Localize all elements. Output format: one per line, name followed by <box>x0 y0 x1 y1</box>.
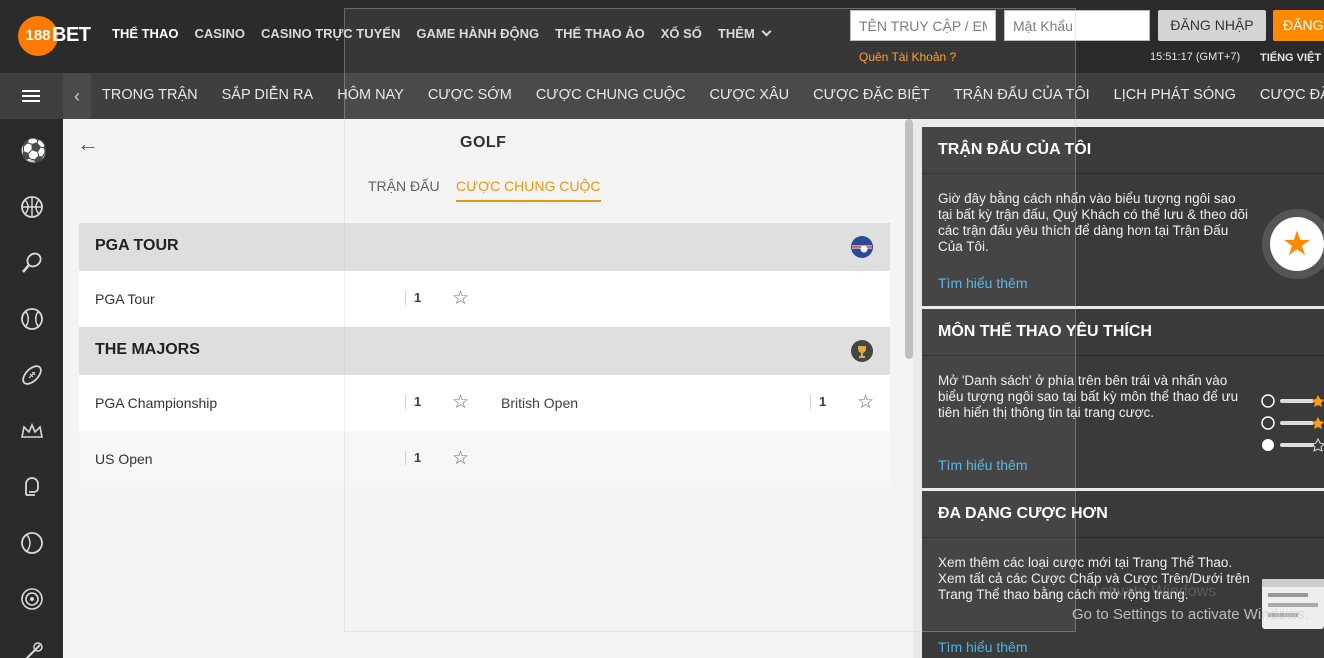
trophy-badge-icon <box>850 339 874 363</box>
card-title: TRẬN ĐẤU CỦA TÔI <box>938 141 1092 158</box>
basketball-icon[interactable] <box>20 195 44 219</box>
hamburger-menu-icon[interactable] <box>22 90 40 102</box>
odds-value[interactable]: 1 <box>405 451 421 465</box>
activate-windows-subtitle: Go to Settings to activate Windows. <box>1072 606 1309 623</box>
nav-sports[interactable]: THỂ THAO <box>112 26 178 41</box>
odds-value[interactable]: 1 <box>405 395 421 409</box>
flag-badge-icon <box>850 235 874 259</box>
crown-icon[interactable] <box>20 419 44 443</box>
main-scrollbar[interactable] <box>905 119 913 359</box>
subnav-broadcast[interactable]: LỊCH PHÁT SÓNG <box>1114 87 1236 103</box>
subnav-early[interactable]: CƯỢC SỚM <box>428 87 512 103</box>
sport-list-illustration-icon <box>1258 389 1324 459</box>
info-card-favorite-sports: MÔN THỂ THAO YÊU THÍCH Mở 'Danh sách' ở … <box>922 309 1324 488</box>
nav-casino[interactable]: CASINO <box>194 26 245 41</box>
subnav-outright[interactable]: CƯỢC CHUNG CUỘC <box>536 87 686 103</box>
subnav-today[interactable]: HÔM NAY <box>337 87 404 103</box>
odds-value[interactable]: 1 <box>810 395 826 409</box>
sub-nav: ‹ TRONG TRẬN SẮP DIỄN RA HÔM NAY CƯỢC SỚ… <box>0 73 1324 119</box>
sport-sidebar: ⚽ <box>0 119 63 658</box>
card-divider <box>922 537 1324 538</box>
subnav-bets-placed[interactable]: CƯỢC ĐÃ ĐẶT <box>1260 87 1324 103</box>
event-name: British Open <box>501 395 579 411</box>
american-football-icon[interactable] <box>20 363 44 387</box>
brand-logo[interactable]: 188 BET <box>18 16 91 56</box>
learn-more-link[interactable]: Tìm hiểu thêm <box>938 457 1027 473</box>
card-title: MÔN THỂ THAO YÊU THÍCH <box>938 323 1152 340</box>
chevron-down-icon <box>761 26 772 37</box>
card-title: ĐA DẠNG CƯỢC HƠN <box>938 505 1108 522</box>
nav-more[interactable]: THÊM <box>717 26 772 41</box>
forgot-account-link[interactable]: Quên Tài Khoản ? <box>859 50 956 64</box>
table-row: US Open 1 ☆ <box>79 431 890 487</box>
card-text: Mở 'Danh sách' ở phía trên bên trái và n… <box>938 373 1239 420</box>
tab-outright[interactable]: CƯỢC CHUNG CUỘC <box>456 178 601 202</box>
info-card-my-matches: TRẬN ĐẤU CỦA TÔI Giờ đây bằng cách nhấn … <box>922 127 1324 306</box>
page-title: GOLF <box>460 134 507 151</box>
soccer-icon[interactable]: ⚽ <box>20 139 47 163</box>
favorite-star-icon[interactable]: ☆ <box>857 391 874 414</box>
favorite-star-icon[interactable]: ☆ <box>452 447 469 470</box>
language-selector[interactable]: TIẾNG VIỆT <box>1260 52 1321 64</box>
nav-live-casino[interactable]: CASINO TRỰC TUYẾN <box>261 26 400 41</box>
learn-more-link[interactable]: Tìm hiểu thêm <box>938 639 1027 655</box>
card-text: Giờ đây bằng cách nhấn vào biểu tượng ng… <box>938 191 1248 254</box>
nav-lottery[interactable]: XỔ SỐ <box>661 26 702 41</box>
event-name: PGA Tour <box>95 291 155 307</box>
top-header: 188 BET THỂ THAO CASINO CASINO TRỰC TUYẾ… <box>0 0 1324 73</box>
boxing-icon[interactable] <box>20 475 44 499</box>
star-badge: ★ <box>1262 209 1324 279</box>
subnav-items: TRONG TRẬN SẮP DIỄN RA HÔM NAY CƯỢC SỚM … <box>102 87 1324 103</box>
learn-more-link[interactable]: Tìm hiểu thêm <box>938 275 1027 291</box>
username-input[interactable] <box>850 10 996 41</box>
register-button[interactable]: ĐĂNG <box>1273 10 1324 41</box>
back-arrow-icon[interactable]: ← <box>77 131 99 157</box>
chevron-left-icon[interactable]: ‹ <box>63 73 91 119</box>
card-divider <box>922 355 1324 356</box>
section-header[interactable]: PGA TOUR <box>79 223 890 271</box>
subnav-parlay[interactable]: CƯỢC XÂU <box>710 87 790 103</box>
odds-value[interactable]: 1 <box>405 291 421 305</box>
table-row: PGA Championship 1 ☆ British Open 1 ☆ <box>79 375 890 431</box>
favorite-star-icon[interactable]: ☆ <box>452 391 469 414</box>
main-content: ← GOLF TRẬN ĐẤU CƯỢC CHUNG CUỘC PGA TOUR… <box>63 119 913 658</box>
main-nav: THỂ THAO CASINO CASINO TRỰC TUYẾN GAME H… <box>104 26 778 41</box>
tennis-icon[interactable] <box>20 251 44 275</box>
table-row: PGA Tour 1 ☆ <box>79 271 890 327</box>
star-icon: ★ <box>1270 217 1324 271</box>
favorite-star-icon[interactable]: ☆ <box>452 287 469 310</box>
subnav-upcoming[interactable]: SẮP DIỄN RA <box>222 87 314 103</box>
target-icon[interactable] <box>20 587 44 611</box>
info-card-more-bets: ĐA DẠNG CƯỢC HƠN Xem thêm các loại cược … <box>922 491 1324 658</box>
event-name: US Open <box>95 451 153 467</box>
cricket-icon[interactable] <box>20 531 44 555</box>
subnav-special[interactable]: CƯỢC ĐẶC BIỆT <box>813 87 930 103</box>
login-button[interactable]: ĐĂNG NHẬP <box>1158 10 1266 41</box>
betting-page-illustration-icon <box>1260 575 1324 633</box>
card-divider <box>922 173 1324 174</box>
tab-matches[interactable]: TRẬN ĐẤU <box>368 178 440 194</box>
server-clock: 15:51:17 (GMT+7) <box>1150 51 1241 63</box>
nav-virtual-sports[interactable]: THỂ THAO ẢO <box>555 26 645 41</box>
section-header[interactable]: THE MAJORS <box>79 327 890 375</box>
baseball-icon[interactable] <box>20 307 44 331</box>
event-name: PGA Championship <box>95 395 218 411</box>
nav-action-games[interactable]: GAME HÀNH ĐỘNG <box>416 26 539 41</box>
logo-text: BET <box>52 24 91 46</box>
section-title: THE MAJORS <box>95 341 200 358</box>
subnav-in-play[interactable]: TRONG TRẬN <box>102 87 198 103</box>
nav-more-label: THÊM <box>717 26 755 41</box>
password-input[interactable] <box>1004 10 1150 41</box>
section-title: PGA TOUR <box>95 237 179 254</box>
subnav-my-matches[interactable]: TRẬN ĐẤU CỦA TÔI <box>954 87 1090 103</box>
golf-icon[interactable] <box>20 639 44 658</box>
activate-windows-title: Activate Windows <box>1090 583 1217 600</box>
